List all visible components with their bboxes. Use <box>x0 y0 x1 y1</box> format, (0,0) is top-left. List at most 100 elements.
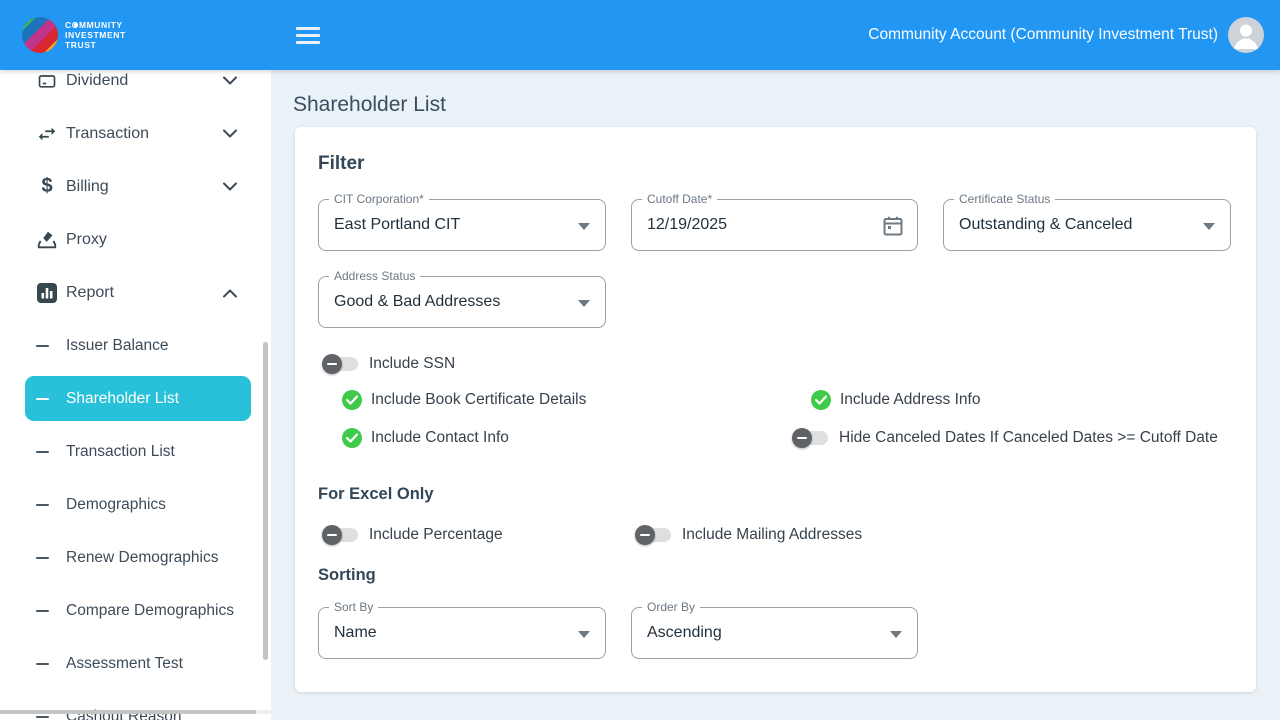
field-label: Address Status <box>329 269 420 283</box>
dash-icon <box>36 716 49 718</box>
dash-icon <box>36 557 49 559</box>
check-icon <box>346 433 358 443</box>
dash-icon <box>36 398 49 400</box>
account-name-label[interactable]: Community Account (Community Investment … <box>868 26 1218 44</box>
sidebar-item-transaction[interactable]: Transaction <box>0 107 271 160</box>
dropdown-arrow-icon <box>578 300 590 307</box>
chevron-down-icon <box>223 129 237 138</box>
sidebar-item-renew-demographics[interactable]: Renew Demographics <box>0 531 271 584</box>
toggle-off-minus-icon <box>322 525 342 545</box>
include-book-certificate-checkbox[interactable] <box>342 390 362 410</box>
sidebar-item-demographics[interactable]: Demographics <box>0 478 271 531</box>
option-label: Include SSN <box>369 355 455 373</box>
sidebar-item-label: Proxy <box>66 231 107 249</box>
field-label: Certificate Status <box>954 192 1055 206</box>
billing-dollar-icon: $ <box>36 176 58 198</box>
include-book-certificate-row: Include Book Certificate Details <box>342 389 586 411</box>
calendar-icon[interactable] <box>881 214 905 238</box>
order-by-select[interactable]: Order By Ascending <box>631 607 918 659</box>
sidebar-item-assessment-test[interactable]: Assessment Test <box>0 637 271 690</box>
chevron-down-icon <box>223 182 237 191</box>
page-title: Shareholder List <box>293 93 446 117</box>
sorting-heading: Sorting <box>318 566 376 585</box>
filter-heading: Filter <box>318 153 364 175</box>
sidebar-item-cashout-reason[interactable]: Cashout Reason <box>0 690 271 720</box>
avatar[interactable] <box>1228 17 1264 53</box>
hamburger-menu-icon[interactable] <box>296 21 324 49</box>
sidebar-item-label: Transaction <box>66 125 149 143</box>
filter-card: Filter CIT Corporation* East Portland CI… <box>295 127 1256 692</box>
include-contact-info-row: Include Contact Info <box>342 427 509 449</box>
toggle-off-minus-icon <box>635 525 655 545</box>
sidebar-item-issuer-balance[interactable]: Issuer Balance <box>0 319 271 372</box>
brand-logo[interactable]: COMMUNITY INVESTMENT TRUST <box>22 17 126 53</box>
include-percentage-toggle[interactable] <box>322 525 360 545</box>
sidebar-item-proxy[interactable]: Proxy <box>0 213 271 266</box>
sidebar-item-label: Dividend <box>66 72 128 90</box>
option-label: Include Percentage <box>369 526 503 544</box>
toggle-off-minus-icon <box>792 428 812 448</box>
include-mailing-addresses-row: Include Mailing Addresses <box>635 524 862 546</box>
cutoff-date-field[interactable]: Cutoff Date* 12/19/2025 <box>631 199 918 251</box>
dash-icon <box>36 345 49 347</box>
field-label: Cutoff Date* <box>642 192 717 206</box>
field-value: 12/19/2025 <box>647 216 727 234</box>
field-label: Order By <box>642 600 700 614</box>
logo-line3: TRUST <box>65 40 126 50</box>
dropdown-arrow-icon <box>890 631 902 638</box>
sidebar-item-report[interactable]: Report <box>0 266 271 319</box>
field-label: Sort By <box>329 600 378 614</box>
sort-by-select[interactable]: Sort By Name <box>318 607 606 659</box>
dropdown-arrow-icon <box>1203 223 1215 230</box>
option-label: Include Address Info <box>840 391 980 409</box>
include-address-info-row: Include Address Info <box>811 389 980 411</box>
sidebar-item-label: Renew Demographics <box>66 549 219 567</box>
sidebar-item-label: Shareholder List <box>66 390 179 408</box>
sidebar-item-dividend[interactable]: Dividend <box>0 70 271 107</box>
report-chart-icon <box>36 282 58 304</box>
main-content: Shareholder List Filter CIT Corporation*… <box>271 70 1280 720</box>
sidebar: Dividend Transaction $ Billing <box>0 70 271 720</box>
check-icon <box>346 395 358 405</box>
sidebar-horizontal-scrollbar[interactable] <box>0 710 271 714</box>
logo-dot <box>74 23 78 27</box>
field-label: CIT Corporation* <box>329 192 429 206</box>
dash-icon <box>36 663 49 665</box>
logo-circle-icon <box>22 17 58 53</box>
sidebar-item-label: Issuer Balance <box>66 337 169 355</box>
option-label: Include Mailing Addresses <box>682 526 862 544</box>
transaction-icon <box>36 123 58 145</box>
sidebar-item-label: Demographics <box>66 496 166 514</box>
person-icon <box>1228 17 1264 53</box>
horizontal-scrollbar-thumb[interactable] <box>0 710 256 714</box>
sidebar-nav: Dividend Transaction $ Billing <box>0 70 271 720</box>
sidebar-item-billing[interactable]: $ Billing <box>0 160 271 213</box>
dropdown-arrow-icon <box>578 223 590 230</box>
sidebar-item-compare-demographics[interactable]: Compare Demographics <box>0 584 271 637</box>
dash-icon <box>36 451 49 453</box>
include-mailing-addresses-toggle[interactable] <box>635 525 673 545</box>
field-value: East Portland CIT <box>334 216 460 234</box>
address-status-select[interactable]: Address Status Good & Bad Addresses <box>318 276 606 328</box>
include-ssn-row: Include SSN <box>322 353 455 375</box>
option-label: Include Book Certificate Details <box>371 391 586 409</box>
chevron-up-icon <box>223 288 237 297</box>
hide-canceled-dates-toggle[interactable] <box>792 428 830 448</box>
sidebar-item-label: Transaction List <box>66 443 175 461</box>
include-contact-info-checkbox[interactable] <box>342 428 362 448</box>
chevron-down-icon <box>223 76 237 85</box>
certificate-status-select[interactable]: Certificate Status Outstanding & Cancele… <box>943 199 1231 251</box>
include-ssn-toggle[interactable] <box>322 354 360 374</box>
option-label: Hide Canceled Dates If Canceled Dates >=… <box>839 429 1218 447</box>
cit-corporation-select[interactable]: CIT Corporation* East Portland CIT <box>318 199 606 251</box>
sidebar-vertical-scrollbar-thumb[interactable] <box>263 342 268 660</box>
check-icon <box>815 395 827 405</box>
field-value: Ascending <box>647 624 722 642</box>
dash-icon <box>36 504 49 506</box>
sidebar-item-transaction-list[interactable]: Transaction List <box>0 425 271 478</box>
sidebar-item-shareholder-list[interactable]: Shareholder List <box>0 372 271 425</box>
sidebar-item-label: Report <box>66 284 114 302</box>
include-address-info-checkbox[interactable] <box>811 390 831 410</box>
include-percentage-row: Include Percentage <box>322 524 503 546</box>
app-header: COMMUNITY INVESTMENT TRUST Community Acc… <box>0 0 1280 70</box>
